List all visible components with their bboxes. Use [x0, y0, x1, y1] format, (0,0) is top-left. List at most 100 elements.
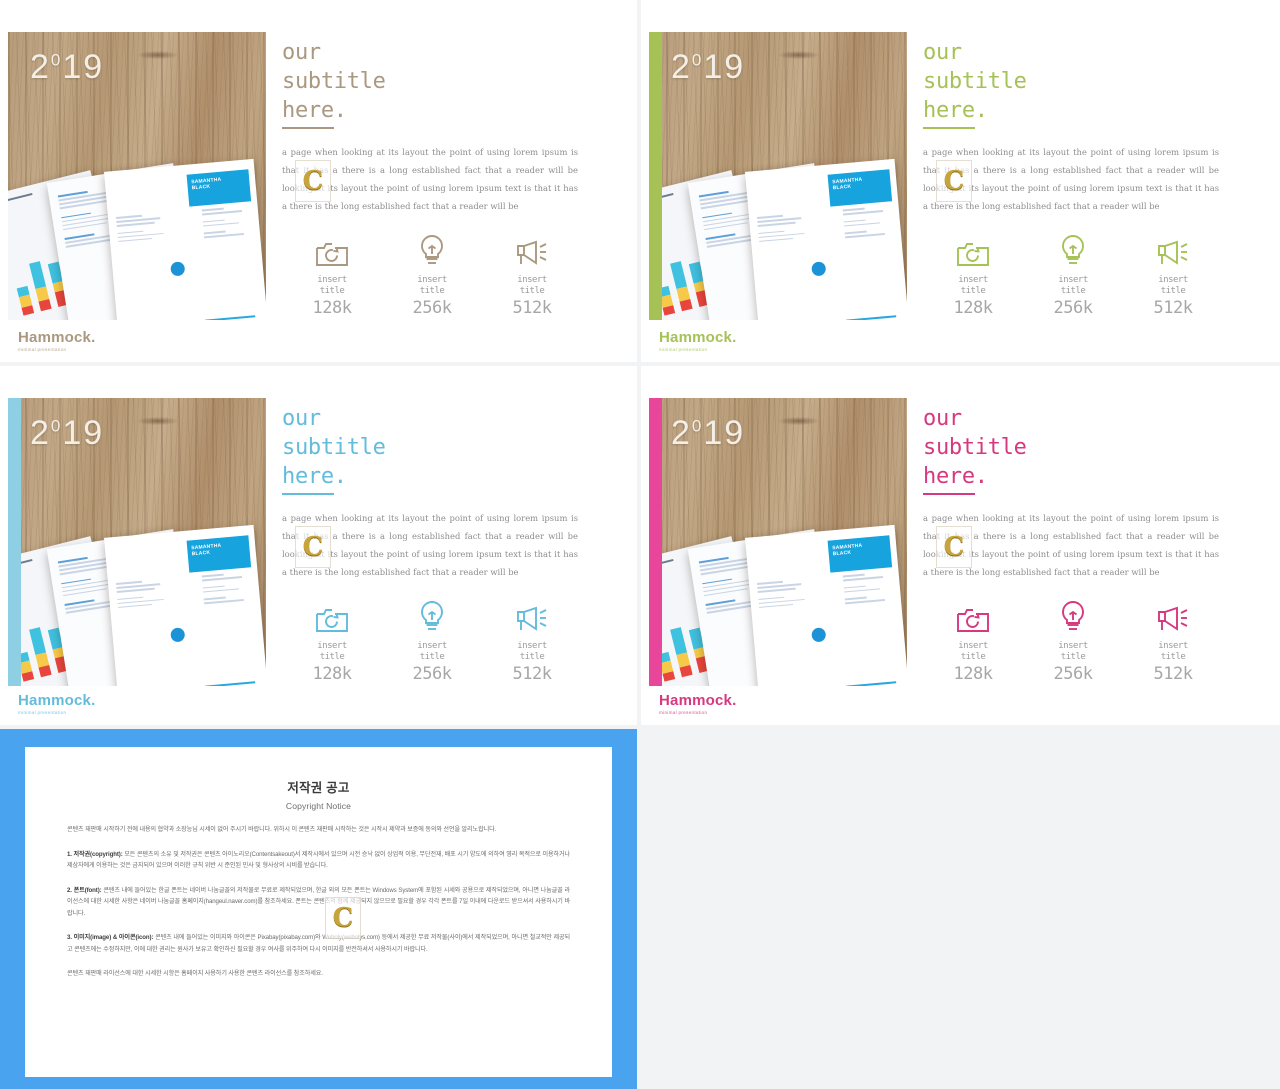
notice-title-korean: 저작권 공고	[287, 781, 350, 795]
stat-item[interactable]: insert title 256k	[382, 594, 482, 684]
headline-line-1: our	[923, 406, 962, 431]
headline: our subtitle here.	[282, 38, 615, 129]
brand-logo[interactable]: Hammock. minimal presentation	[18, 692, 95, 715]
logo-name: Hammock.	[659, 329, 737, 346]
headline-line-2: subtitle	[282, 69, 386, 94]
stat-item[interactable]: insert title 512k	[1123, 594, 1223, 684]
resume-name-block: SAMANTHA BLACK	[827, 169, 893, 207]
brand-logo[interactable]: Hammock. minimal presentation	[659, 329, 736, 352]
stat-title: insert title	[317, 275, 347, 296]
brand-logo[interactable]: Hammock. minimal presentation	[659, 692, 736, 715]
lightbulb-icon	[1023, 594, 1123, 634]
slide-deck-preview: SAMANTHA BLACK 2019 our subtitle here. a page …	[0, 0, 1280, 1089]
logo-subtitle: minimal presentation	[659, 710, 708, 715]
paper-front-resume: SAMANTHA BLACK	[745, 158, 907, 320]
lightbulb-icon	[382, 228, 482, 268]
slide-blue[interactable]: SAMANTHA BLACK 2019 our subtitle here. a page …	[0, 366, 637, 725]
stat-title: insert title	[317, 641, 347, 662]
watermark-c: C	[295, 526, 331, 568]
headline-line-3: here	[923, 96, 975, 129]
resume-avatar-badge	[170, 261, 186, 277]
logo-subtitle: minimal presentation	[659, 347, 708, 352]
headline-line-2: subtitle	[923, 435, 1027, 460]
text-column: our subtitle here. a page when looking at i…	[282, 38, 615, 215]
stat-value: 128k	[953, 298, 993, 318]
stat-value: 128k	[312, 664, 352, 684]
lightbulb-icon	[382, 594, 482, 634]
stat-item[interactable]: insert title 128k	[282, 228, 382, 318]
stat-item[interactable]: insert title 128k	[282, 594, 382, 684]
resume-avatar-badge	[811, 261, 827, 277]
hero-photo: SAMANTHA BLACK 2019	[8, 32, 266, 320]
headline-period: .	[974, 464, 989, 489]
notice-intro-paragraph: 콘텐츠 재판매 시작하기 전에 내용의 협약과 소장능님 시세이 없어 주시기 …	[67, 826, 497, 833]
notice-paragraph-font: 2. 폰트(font): 콘텐츠 내에 들어있는 한글 폰트는 네이버 나눔글꼴…	[67, 885, 570, 920]
stats-row: insert title 128k insert title 256k insert titl…	[282, 594, 582, 684]
stat-title: insert title	[1158, 641, 1188, 662]
headline-line-3: here	[282, 462, 334, 495]
stat-item[interactable]: insert title 128k	[923, 594, 1023, 684]
stat-item[interactable]: insert title 256k	[1023, 228, 1123, 318]
watermark-c: C	[936, 526, 972, 568]
watermark-c: C	[936, 160, 972, 202]
slide-green[interactable]: SAMANTHA BLACK 2019 our subtitle here. a page …	[641, 0, 1280, 362]
stat-value: 256k	[412, 298, 452, 318]
notice-outro-paragraph: 콘텐츠 재판매 라이선스에 대한 시세한 시항은 홈페이지 사용하기 사용한 콘…	[67, 970, 323, 977]
stat-value: 512k	[1153, 298, 1193, 318]
text-column: our subtitle here. a page when looking at i…	[923, 38, 1258, 215]
stat-value: 512k	[512, 664, 552, 684]
headline-period: .	[333, 98, 348, 123]
stat-item[interactable]: insert title 256k	[382, 228, 482, 318]
logo-name: Hammock.	[659, 692, 737, 709]
stat-item[interactable]: insert title 512k	[482, 594, 582, 684]
resume-name-block: SAMANTHA BLACK	[827, 535, 893, 573]
headline-line-1: our	[282, 406, 321, 431]
accent-bar	[8, 398, 21, 686]
year-label: 2019	[30, 48, 105, 86]
headline-line-1: our	[923, 40, 962, 65]
headline: our subtitle here.	[923, 38, 1258, 129]
logo-subtitle: minimal presentation	[18, 347, 67, 352]
paper-front-resume: SAMANTHA BLACK	[104, 158, 266, 320]
hero-photo: SAMANTHA BLACK 2019	[8, 398, 266, 686]
megaphone-icon	[482, 228, 582, 268]
notice-paragraph-image-icon: 3. 이미지(image) & 아이콘(icon): 콘텐츠 내에 들어있는 이…	[67, 932, 570, 955]
stat-item[interactable]: insert title 256k	[1023, 594, 1123, 684]
stat-title: insert title	[417, 641, 447, 662]
stat-title: insert title	[417, 275, 447, 296]
megaphone-icon	[482, 594, 582, 634]
logo-subtitle: minimal presentation	[18, 710, 67, 715]
stat-title: insert title	[958, 275, 988, 296]
stat-item[interactable]: insert title 128k	[923, 228, 1023, 318]
paper-front-resume: SAMANTHA BLACK	[104, 524, 266, 686]
paper-front-resume: SAMANTHA BLACK	[745, 524, 907, 686]
hero-photo: SAMANTHA BLACK 2019	[649, 32, 907, 320]
slide-beige[interactable]: SAMANTHA BLACK 2019 our subtitle here. a page …	[0, 0, 637, 362]
notice-paragraph-copyright: 1. 저작권(copyright): 모든 콘텐츠의 소유 및 저작권은 콘텐츠…	[67, 849, 570, 872]
stat-title: insert title	[958, 641, 988, 662]
megaphone-icon	[1123, 228, 1223, 268]
stat-title: insert title	[1158, 275, 1188, 296]
text-column: our subtitle here. a page when looking at i…	[923, 404, 1258, 581]
headline-line-2: subtitle	[923, 69, 1027, 94]
hero-photo: SAMANTHA BLACK 2019	[649, 398, 907, 686]
text-column: our subtitle here. a page when looking at i…	[282, 404, 615, 581]
slide-pink[interactable]: SAMANTHA BLACK 2019 our subtitle here. a page …	[641, 366, 1280, 725]
stat-value: 128k	[312, 298, 352, 318]
notice-label-copyright: 1. 저작권(copyright):	[67, 850, 123, 858]
stat-item[interactable]: insert title 512k	[482, 228, 582, 318]
camera-icon	[923, 594, 1023, 634]
headline-line-3: here	[282, 96, 334, 129]
headline: our subtitle here.	[282, 404, 615, 495]
brand-logo[interactable]: Hammock. minimal presentation	[18, 329, 95, 352]
notice-label-image-icon: 3. 이미지(image) & 아이콘(icon):	[67, 934, 154, 941]
stats-row: insert title 128k insert title 256k insert titl…	[282, 228, 582, 318]
stat-title: insert title	[1058, 275, 1088, 296]
camera-icon	[282, 228, 382, 268]
notice-text-font: 콘텐츠 내에 들어있는 한글 폰트는 네이버 나눔글꼴의 저작물로 무료로 제작…	[67, 886, 570, 917]
resume-name-block: SAMANTHA BLACK	[186, 535, 252, 573]
stat-item[interactable]: insert title 512k	[1123, 228, 1223, 318]
notice-text-copyright: 모든 콘텐츠의 소유 및 저작권은 콘텐츠 아이노리오(Contentsakeo…	[67, 850, 570, 870]
stat-value: 256k	[1053, 664, 1093, 684]
lightbulb-icon	[1023, 228, 1123, 268]
